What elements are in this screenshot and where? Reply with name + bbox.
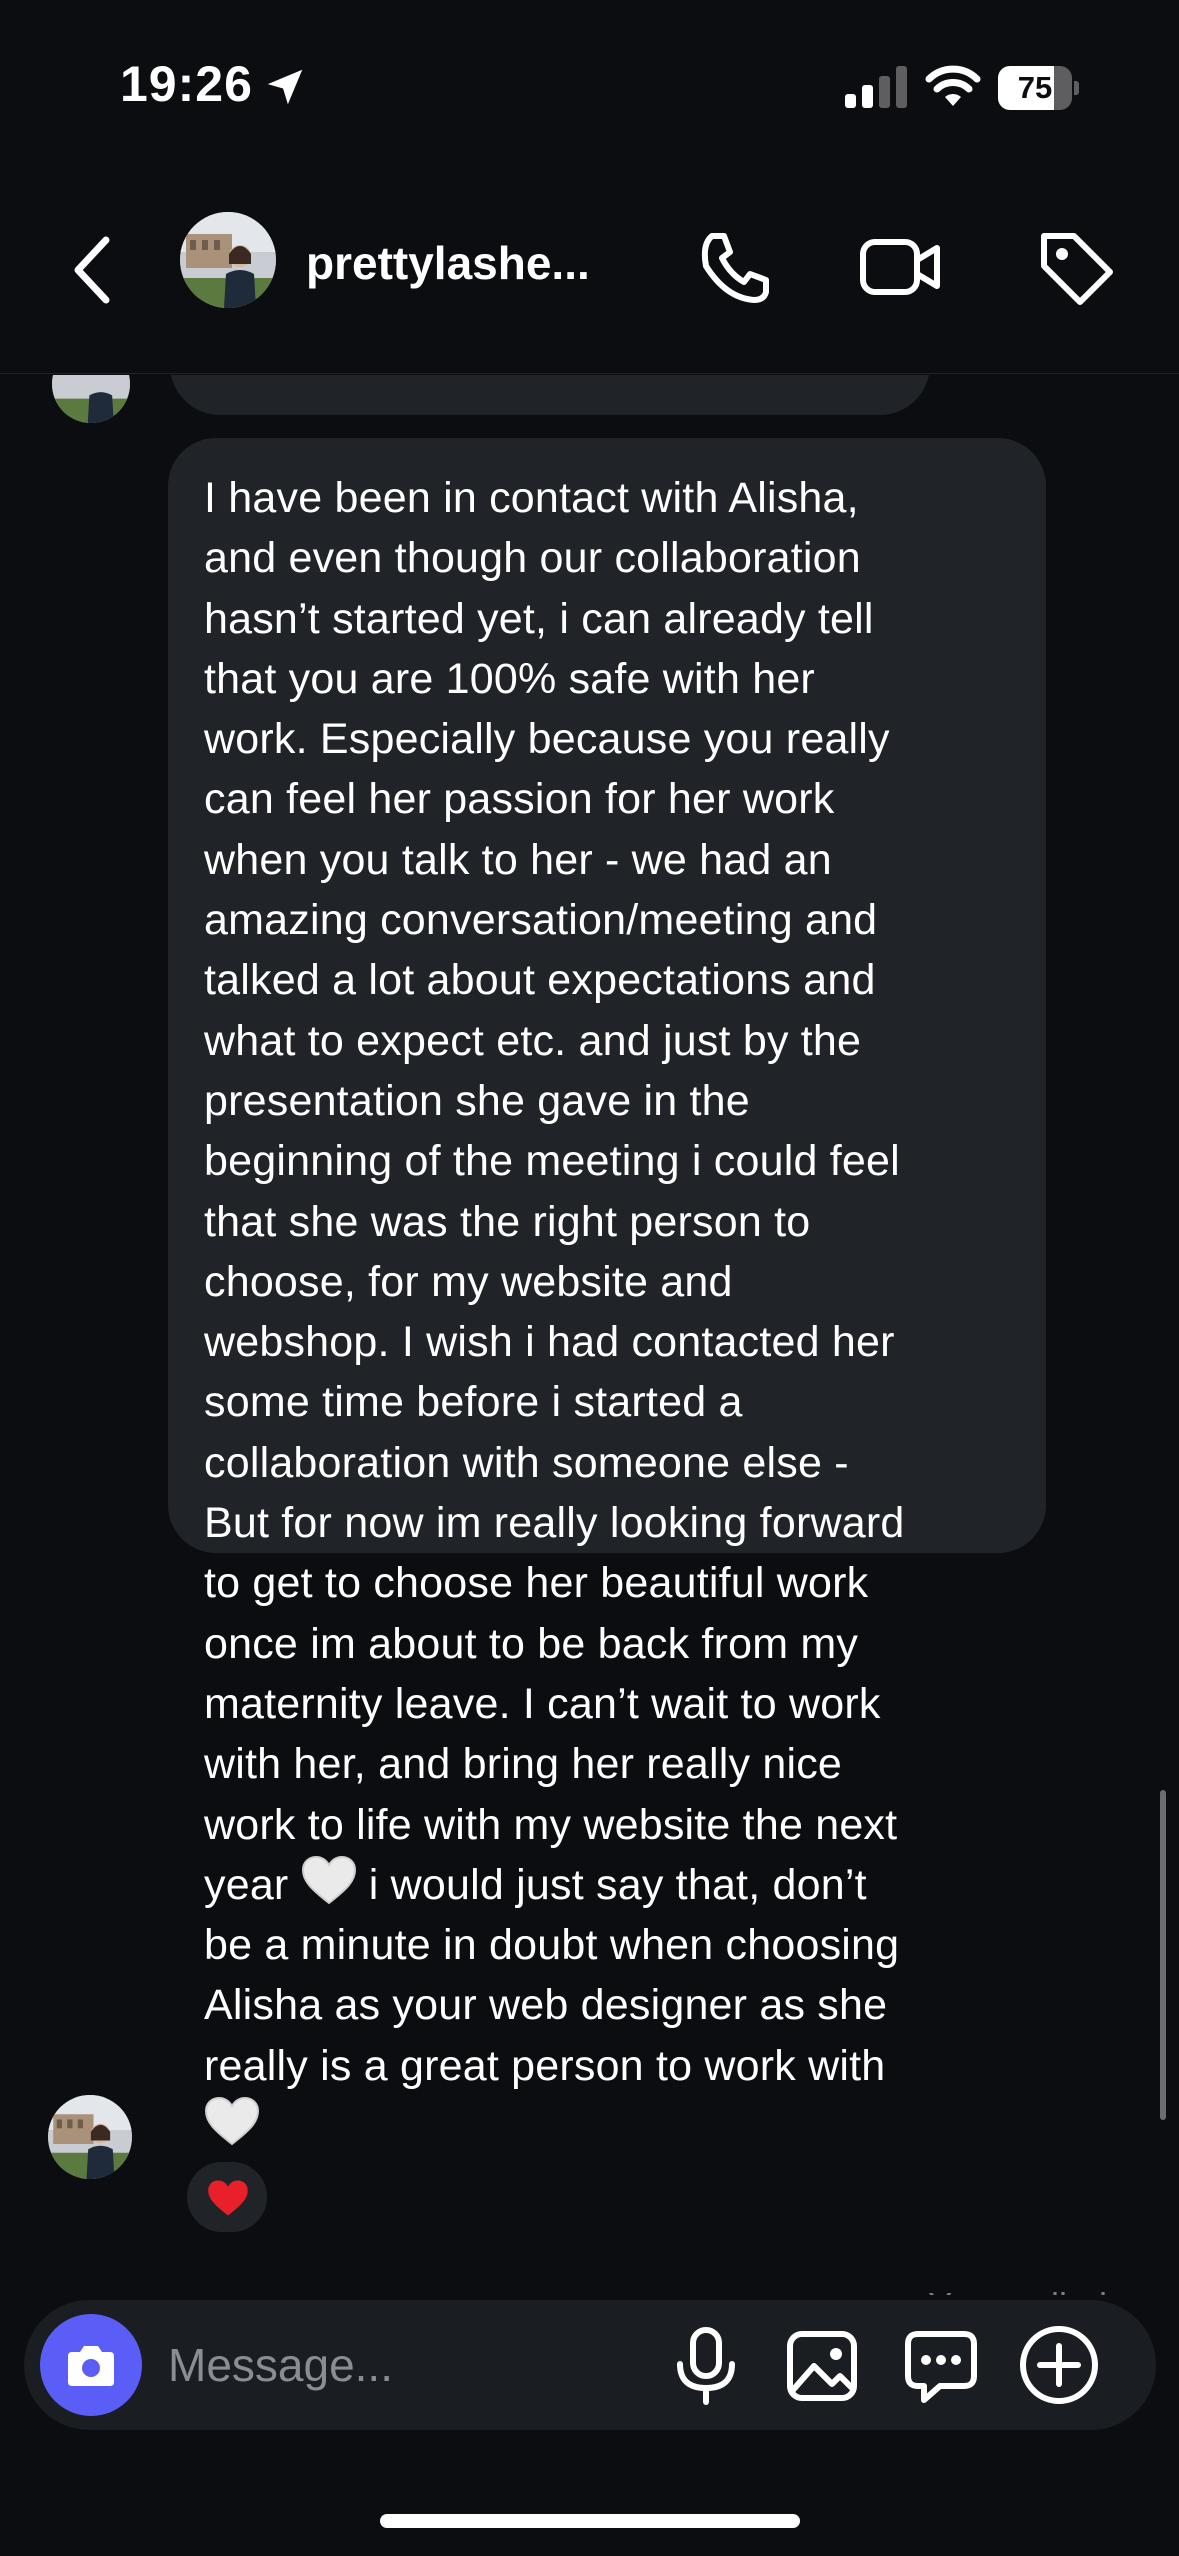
- you-replied-label: You replied: [928, 2285, 1107, 2295]
- chat-header: prettylashe...: [0, 170, 1179, 374]
- sender-avatar[interactable]: [48, 2095, 132, 2179]
- battery-level: 75: [1017, 70, 1053, 105]
- wifi-icon: [925, 65, 981, 106]
- message-line-year-rest: i would just say that, don’t: [368, 1860, 867, 1909]
- scroll-indicator[interactable]: [1160, 1790, 1166, 2120]
- home-indicator[interactable]: [380, 2514, 800, 2528]
- battery-nub: [1074, 81, 1079, 95]
- message-text: I have been in contact with Alisha, and …: [204, 468, 1012, 2156]
- contact-name[interactable]: prettylashe...: [306, 236, 590, 290]
- message-input[interactable]: [168, 2330, 668, 2400]
- tag-icon[interactable]: [1030, 222, 1120, 312]
- red-heart-icon: [208, 2180, 248, 2216]
- message-body: I have been in contact with Alisha, and …: [204, 474, 905, 1849]
- white-heart-icon: [301, 1855, 356, 1905]
- camera-icon: [68, 2346, 114, 2386]
- reaction-badge[interactable]: [182, 2157, 272, 2237]
- status-bar: 19:26 75: [0, 0, 1179, 170]
- status-time: 19:26: [120, 56, 253, 112]
- message-body-end: be a minute in doubt when choosing Alish…: [204, 1921, 900, 2090]
- previous-message-bubble[interactable]: [170, 375, 930, 415]
- message-word-year: year: [204, 1860, 289, 1909]
- location-arrow-icon: [267, 69, 303, 105]
- camera-button[interactable]: [40, 2314, 142, 2416]
- avatar-photo-icon: [48, 2095, 132, 2179]
- plus-icon[interactable]: [1016, 2322, 1102, 2408]
- contact-avatar[interactable]: [180, 212, 276, 308]
- battery-body: 75: [998, 66, 1072, 110]
- microphone-icon[interactable]: [666, 2324, 746, 2408]
- message-composer: [24, 2300, 1156, 2430]
- battery-indicator: 75: [998, 66, 1079, 110]
- white-heart-icon: [204, 2097, 260, 2146]
- message-line-year: year i would just say that, don’t: [204, 1855, 867, 1909]
- phone-call-icon[interactable]: [690, 222, 780, 312]
- avatar-photo-icon: [52, 375, 130, 423]
- video-call-icon[interactable]: [855, 222, 945, 312]
- cellular-signal-icon: [845, 66, 907, 108]
- gallery-icon[interactable]: [782, 2324, 862, 2408]
- previous-sender-avatar: [52, 375, 130, 423]
- chat-screen: 19:26 75 prettylashe... I have been in c…: [0, 0, 1179, 2556]
- back-chevron-icon[interactable]: [60, 220, 130, 320]
- message-thread[interactable]: I have been in contact with Alisha, and …: [0, 375, 1179, 2295]
- message-bubble-icon[interactable]: [900, 2324, 982, 2408]
- avatar-photo-icon: [180, 212, 276, 308]
- message-bubble[interactable]: I have been in contact with Alisha, and …: [168, 438, 1046, 2146]
